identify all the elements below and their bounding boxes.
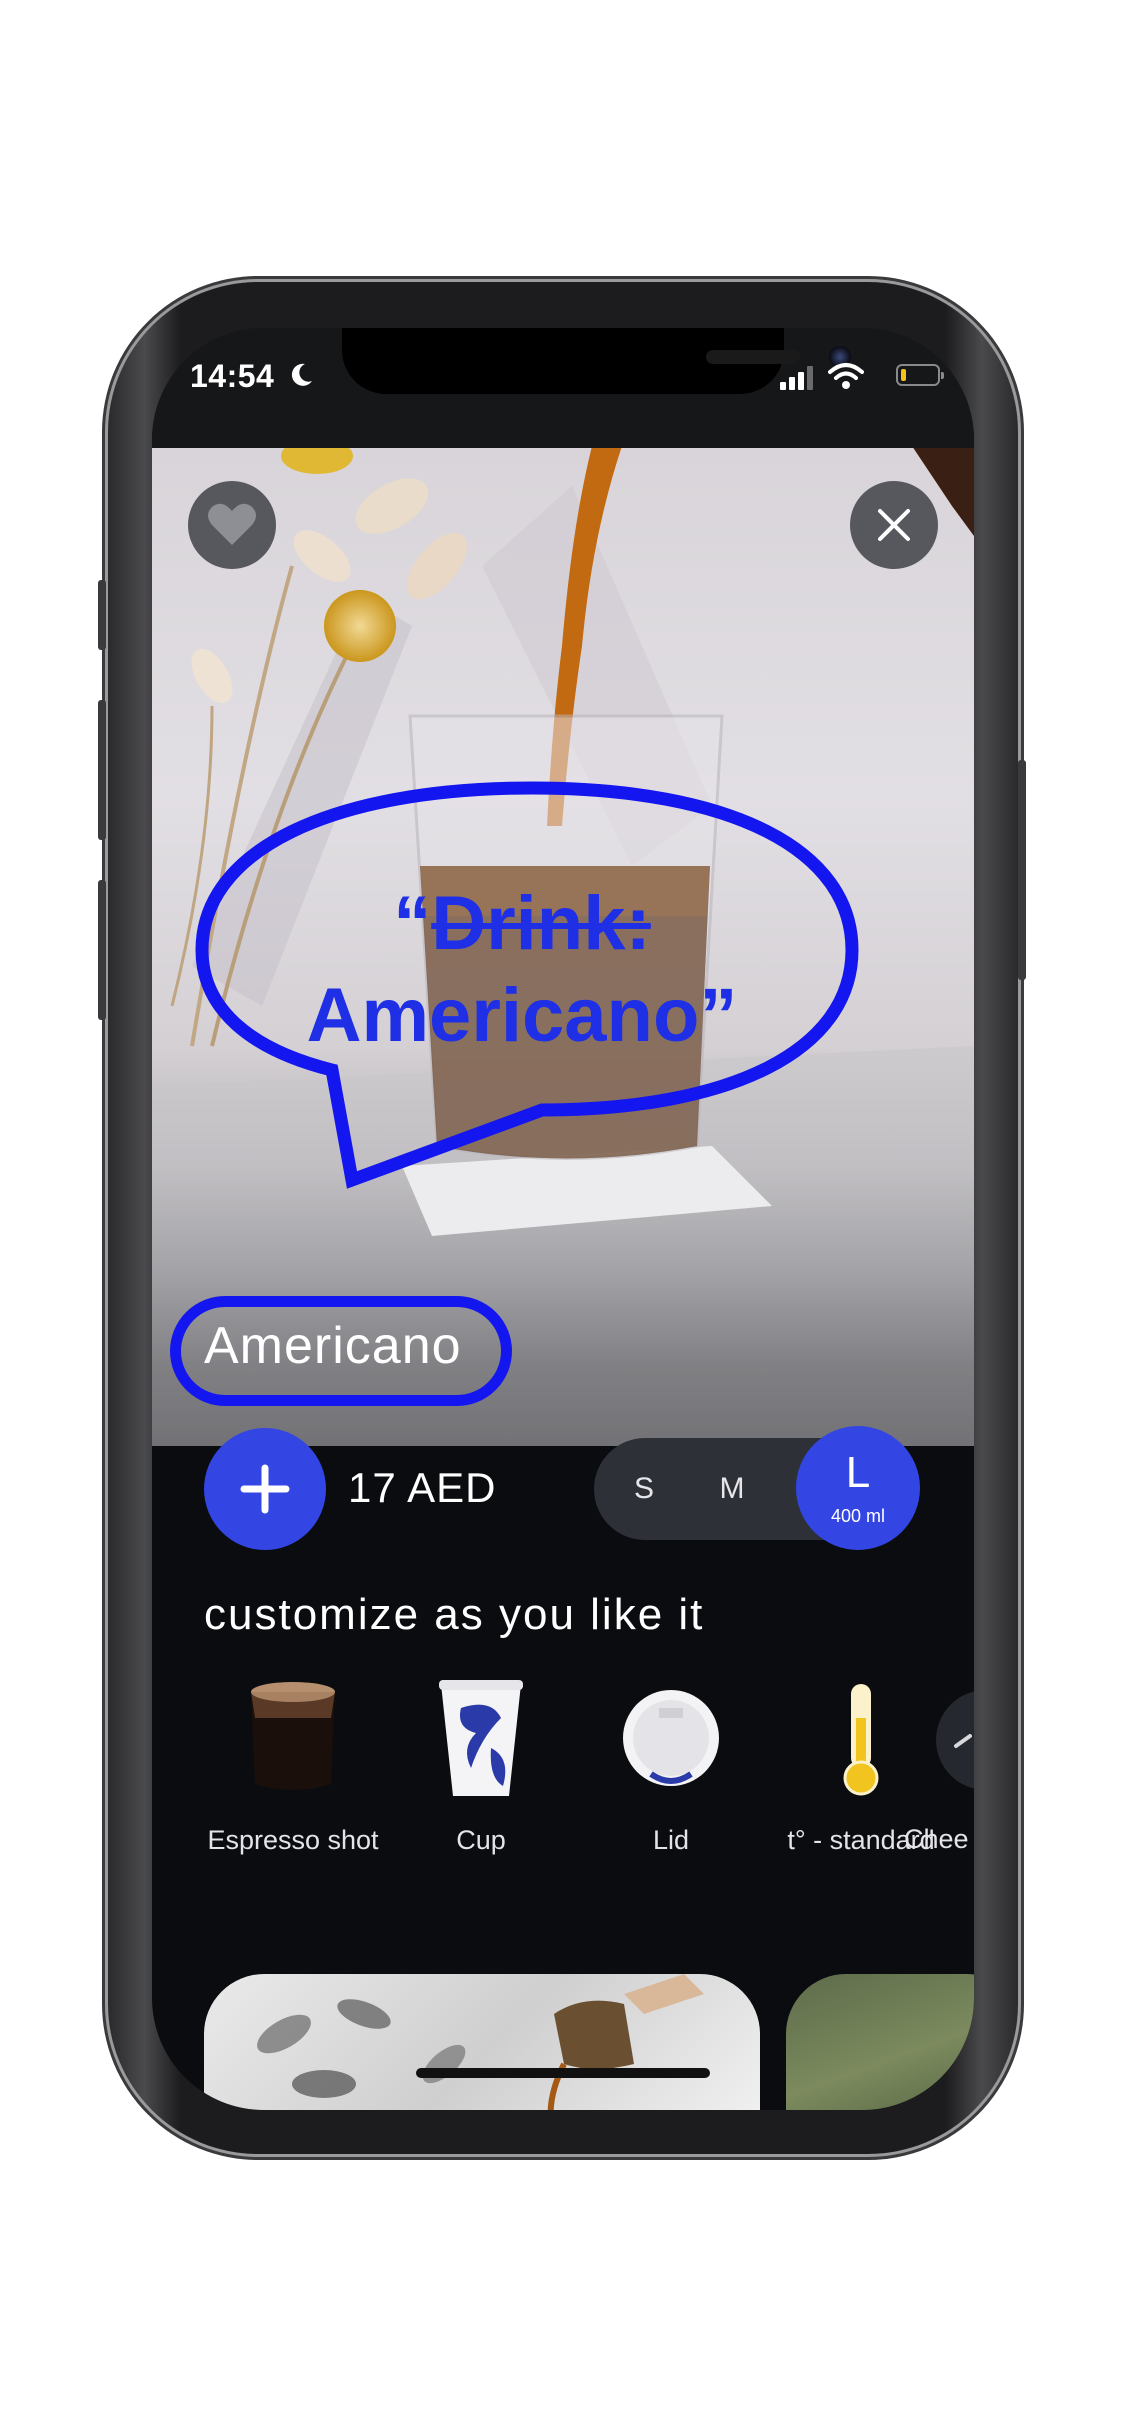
coffee-pour-photo <box>257 1974 704 2110</box>
home-indicator <box>416 2068 710 2078</box>
volume-down-button <box>98 880 106 1020</box>
size-option-l-selected[interactable]: L 400 ml <box>796 1426 920 1550</box>
favorite-button[interactable] <box>188 481 276 569</box>
battery-icon <box>896 364 944 386</box>
addon-cheese[interactable] <box>936 1690 974 1790</box>
customize-section-title: customize as you like it <box>204 1590 705 1639</box>
heart-icon <box>208 503 256 545</box>
paper-cup-icon <box>439 1680 523 1796</box>
plus-icon <box>240 1464 290 1514</box>
annotation-struck-text: Drink: <box>431 881 651 966</box>
annotation-quote-open: “ <box>393 881 432 966</box>
addon-cup[interactable]: Cup <box>386 1668 576 1888</box>
annotation-replacement-text: Americano” <box>306 973 738 1058</box>
silent-switch <box>98 580 106 650</box>
espresso-glass-icon <box>251 1682 335 1790</box>
thermometer-icon <box>843 1684 879 1796</box>
moon-icon <box>291 363 312 386</box>
device-notch <box>342 328 851 394</box>
volume-up-button <box>98 700 106 840</box>
cup-lid-icon <box>623 1690 719 1786</box>
app-screen: “Drink: Americano” Americano 17 AED S M … <box>152 328 974 2110</box>
earpiece <box>706 350 800 364</box>
size-option-l-label: L <box>845 1448 871 1497</box>
product-title: Americano <box>204 1317 462 1375</box>
addon-temperature[interactable]: t° - standard <box>766 1668 956 1888</box>
addon-espresso-shot[interactable]: Espresso shot <box>198 1668 388 1888</box>
size-volume: 400 ml <box>830 1506 886 1526</box>
power-button <box>1018 760 1026 980</box>
cellular-signal-icon <box>780 366 813 390</box>
size-option-s[interactable]: S <box>604 1438 684 1540</box>
addon-list: Espresso shot Cup Lid t° - standard <box>152 1668 974 1898</box>
close-icon <box>878 509 910 541</box>
product-price: 17 AED <box>348 1464 497 1511</box>
battery-level <box>901 369 906 381</box>
annotation-text: “Drink: Americano” <box>212 878 832 1062</box>
size-option-m[interactable]: M <box>692 1438 772 1540</box>
add-to-order-button[interactable] <box>204 1428 326 1550</box>
promo-card-landscape[interactable] <box>786 1974 974 2110</box>
cheese-icon <box>954 1734 972 1748</box>
wifi-icon <box>828 363 864 389</box>
addon-label-cheese: Chee <box>904 1824 969 1854</box>
close-button[interactable] <box>850 481 938 569</box>
status-bar: 14:54 <box>152 328 974 448</box>
status-time: 14:54 <box>190 358 275 394</box>
promo-card-pour[interactable] <box>204 1974 760 2110</box>
addon-lid[interactable]: Lid <box>576 1668 766 1888</box>
